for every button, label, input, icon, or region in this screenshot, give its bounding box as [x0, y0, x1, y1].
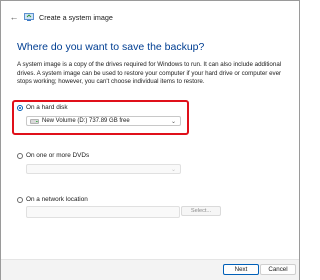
dvd-label: On one or more DVDs [26, 152, 90, 159]
button-bar: Next Cancel [1, 259, 299, 280]
page-title: Where do you want to save the backup? [17, 41, 205, 53]
system-image-icon [24, 13, 34, 21]
chevron-down-icon: ⌄ [170, 119, 176, 125]
dvd-drive-select: ⌄ [26, 164, 181, 174]
option-dvd[interactable]: On one or more DVDs [17, 152, 89, 159]
drive-icon [30, 118, 39, 124]
wizard-window: ← Create a system image Where do you wan… [0, 0, 300, 280]
back-arrow-icon[interactable]: ← [9, 12, 19, 22]
network-path-input [26, 206, 180, 218]
network-label: On a network location [26, 196, 88, 203]
hard-disk-radio[interactable] [17, 104, 23, 111]
cancel-button[interactable]: Cancel [260, 264, 296, 275]
window-title: Create a system image [39, 12, 113, 22]
page-description: A system image is a copy of the drives r… [17, 61, 282, 86]
network-radio[interactable] [17, 196, 23, 203]
option-hard-disk[interactable]: On a hard disk [17, 104, 68, 111]
title-bar: ← Create a system image [9, 9, 289, 25]
dvd-radio[interactable] [17, 152, 23, 159]
option-network[interactable]: On a network location [17, 196, 88, 203]
chevron-down-icon: ⌄ [170, 167, 176, 173]
drive-select[interactable]: New Volume (D:) 737.89 GB free ⌄ [26, 116, 181, 126]
next-button[interactable]: Next [223, 264, 259, 275]
drive-select-value: New Volume (D:) 737.89 GB free [42, 118, 130, 124]
network-select-button: Select... [181, 206, 221, 216]
hard-disk-label: On a hard disk [26, 104, 68, 111]
